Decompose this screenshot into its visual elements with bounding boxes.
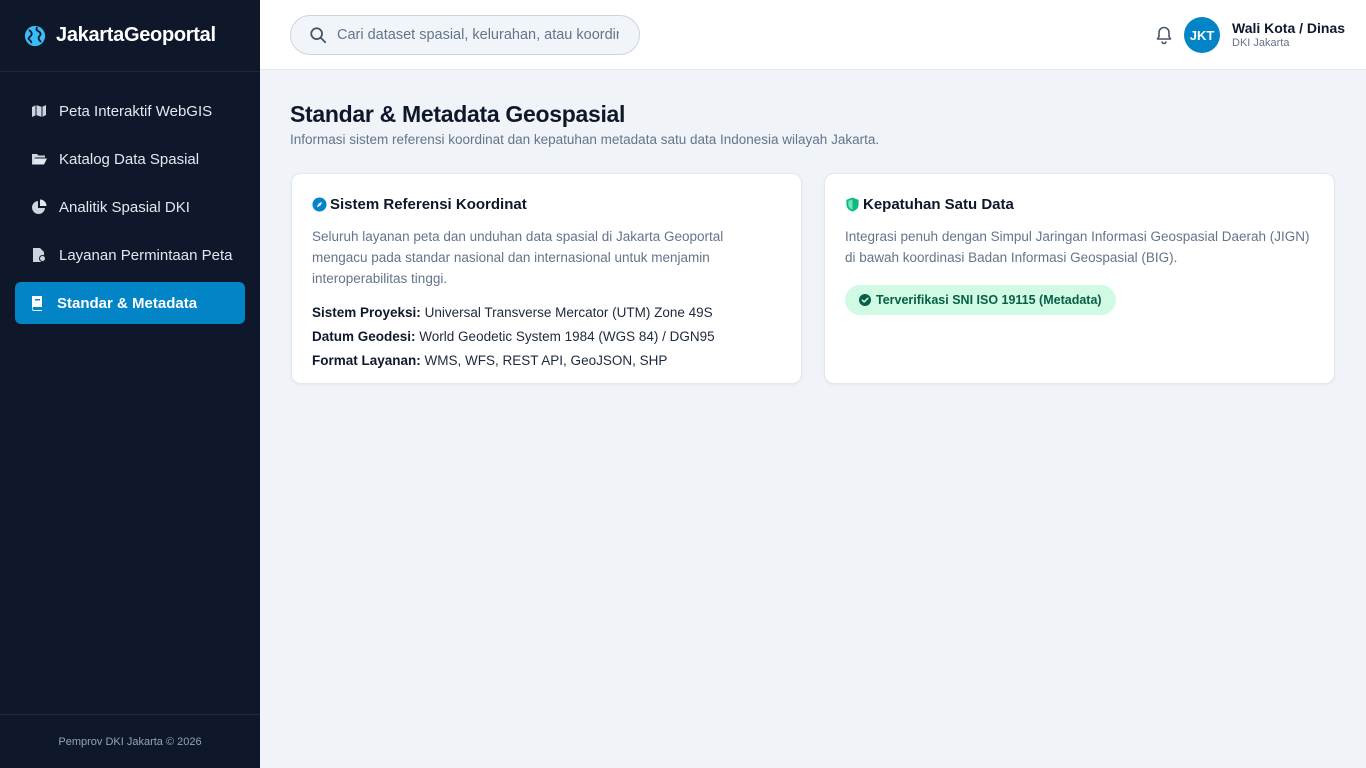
avatar[interactable]: JKT: [1184, 17, 1220, 53]
spec-value: World Geodetic System 1984 (WGS 84) / DG…: [419, 329, 715, 344]
sidebar-item-label: Peta Interaktif WebGIS: [59, 102, 213, 120]
sidebar-item-label: Standar & Metadata: [57, 294, 198, 312]
card-title: Sistem Referensi Koordinat: [312, 195, 781, 213]
brand[interactable]: JakartaGeoportal: [0, 0, 260, 72]
map-icon: [32, 105, 46, 117]
brand-name: JakartaGeoportal: [56, 24, 216, 46]
sidebar-item-label: Layanan Permintaan Peta: [59, 246, 233, 264]
shield-icon: [846, 196, 859, 212]
spec-key: Sistem Proyeksi:: [312, 305, 421, 320]
page-subtitle: Informasi sistem referensi koordinat dan…: [290, 132, 880, 147]
spec-key: Format Layanan:: [312, 353, 421, 368]
spec-key: Datum Geodesi:: [312, 329, 416, 344]
search-bar[interactable]: [290, 15, 640, 55]
status-badge: Terverifikasi SNI ISO 19115 (Metadata): [845, 285, 1116, 315]
card-title: Kepatuhan Satu Data: [845, 195, 1314, 213]
card-description: Integrasi penuh dengan Simpul Jaringan I…: [845, 229, 1310, 265]
spec-row: Datum Geodesi: World Geodetic System 198…: [312, 325, 781, 349]
book-icon: [32, 296, 42, 311]
sidebar-nav: Peta Interaktif WebGIS Katalog Data Spas…: [0, 72, 260, 324]
pie-chart-icon: [32, 199, 47, 214]
page-title: Standar & Metadata Geospasial: [290, 101, 626, 127]
badge-text: Terverifikasi SNI ISO 19115 (Metadata): [876, 293, 1102, 307]
crs-card: Sistem Referensi Koordinat Seluruh layan…: [291, 173, 802, 384]
folder-open-icon: [32, 154, 47, 165]
spec-list: Sistem Proyeksi: Universal Transverse Me…: [312, 301, 781, 373]
sidebar-item-peta-interaktif[interactable]: Peta Interaktif WebGIS: [15, 90, 245, 132]
spec-row: Sistem Proyeksi: Universal Transverse Me…: [312, 301, 781, 325]
globe-icon: [24, 25, 46, 46]
card-title-text: Sistem Referensi Koordinat: [330, 195, 527, 213]
spec-value: WMS, WFS, REST API, GeoJSON, SHP: [424, 353, 668, 368]
check-circle-icon: [859, 294, 871, 306]
search-icon: [310, 27, 327, 44]
sidebar-footer: Pemprov DKI Jakarta © 2026: [0, 714, 260, 768]
user-name: Wali Kota / Dinas: [1232, 20, 1346, 36]
compliance-card: Kepatuhan Satu Data Integrasi penuh deng…: [824, 173, 1335, 384]
top-header: JKT Wali Kota / Dinas DKI Jakarta: [260, 0, 1366, 70]
sidebar-item-label: Analitik Spasial DKI: [59, 198, 190, 216]
sidebar: JakartaGeoportal Peta Interaktif WebGIS …: [0, 0, 260, 768]
card-title-text: Kepatuhan Satu Data: [863, 195, 1014, 213]
sidebar-item-katalog[interactable]: Katalog Data Spasial: [15, 138, 245, 180]
compass-icon: [312, 196, 327, 212]
search-input[interactable]: [337, 27, 619, 43]
sidebar-item-label: Katalog Data Spasial: [59, 150, 200, 168]
sidebar-item-layanan[interactable]: Layanan Permintaan Peta: [15, 234, 245, 276]
card-description: Seluruh layanan peta dan unduhan data sp…: [312, 229, 724, 286]
file-request-icon: [33, 248, 46, 262]
sidebar-item-analitik[interactable]: Analitik Spasial DKI: [15, 186, 245, 228]
sidebar-item-standar-metadata[interactable]: Standar & Metadata: [15, 282, 245, 324]
spec-row: Format Layanan: WMS, WFS, REST API, GeoJ…: [312, 349, 781, 373]
spec-value: Universal Transverse Mercator (UTM) Zone…: [424, 305, 713, 320]
bell-icon[interactable]: [1154, 25, 1174, 45]
user-org: DKI Jakarta: [1232, 37, 1290, 49]
